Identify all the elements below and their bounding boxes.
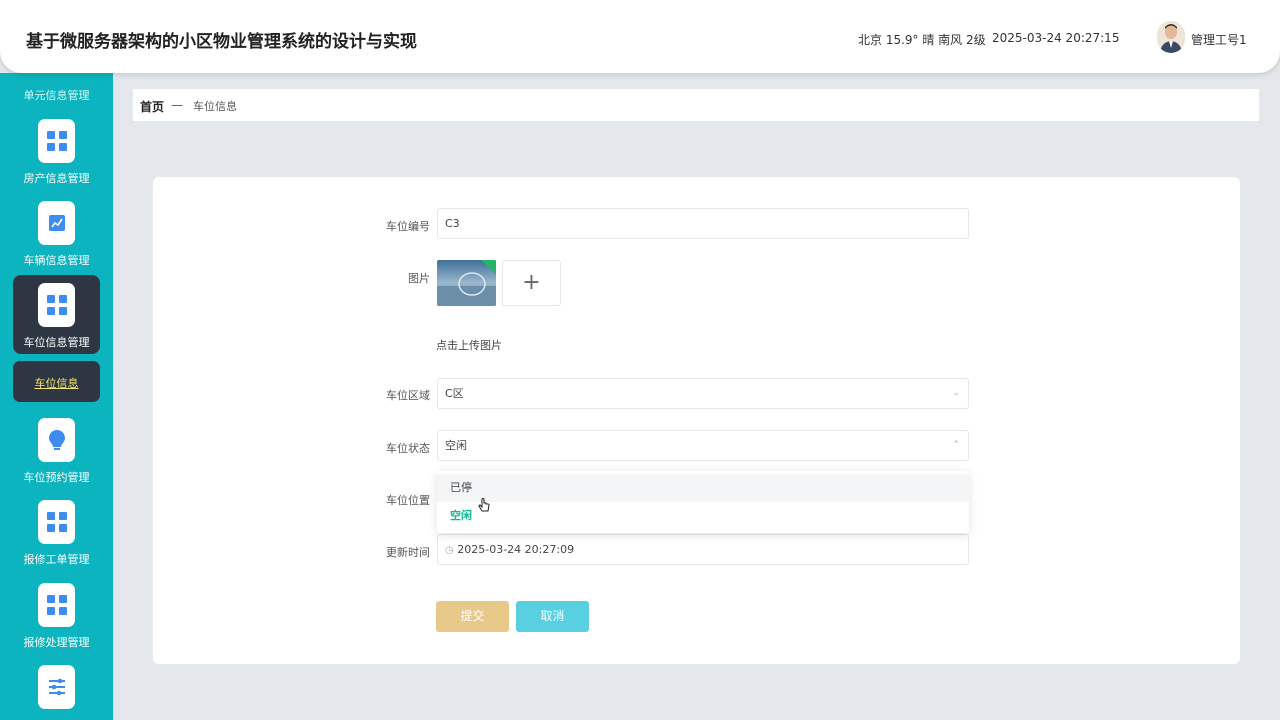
breadcrumb-home[interactable]: 首页 [140,98,164,115]
sidebar-item-label: 报修处理管理 [23,636,90,649]
form-card: 车位编号 C3 图片 + 点击上传图片 车位区域 C区 ⌄ 车位状态 空闲 ⌃ … [153,177,1240,664]
sidebar-item-label: 房产信息管理 [23,172,90,185]
submit-button[interactable]: 提交 [436,601,509,632]
grid-icon [38,283,75,327]
sidebar-item-partial[interactable]: 单元信息管理 [0,87,113,103]
breadcrumb-current: 车位信息 [193,100,237,113]
upload-hint: 点击上传图片 [436,339,502,352]
status-option-parked[interactable]: 已停 [437,474,969,502]
grid-icon [38,500,75,544]
chevron-down-icon: ⌄ [952,388,960,398]
clock-icon: ◷ [445,545,454,556]
area-value: C区 [445,387,464,400]
sidebar-item-settings[interactable] [0,665,113,720]
current-datetime: 2025-03-24 20:27:15 [992,31,1120,45]
image-label: 图片 [408,272,430,285]
status-label: 车位状态 [386,442,430,455]
sidebar-subitem-label: 车位信息 [34,377,79,390]
sidebar-item-label: 车位信息管理 [23,336,90,349]
sidebar-item-label: 报修工单管理 [23,553,90,566]
hand-cursor-icon [478,498,490,518]
update-time-value: 2025-03-24 20:27:09 [457,543,575,556]
plus-icon: + [522,270,541,295]
area-label: 车位区域 [386,389,430,402]
sidebar-item-parking[interactable]: 车位信息管理 [13,275,100,354]
cancel-button[interactable]: 取消 [516,601,589,632]
breadcrumb-separator: — [171,98,183,112]
uploaded-image[interactable] [437,260,496,306]
status-value: 空闲 [445,439,467,452]
avatar[interactable] [1157,21,1185,53]
area-select[interactable]: C区 ⌄ [437,378,969,409]
breadcrumb: 首页 — 车位信息 [133,89,1259,121]
chart-icon [38,201,75,245]
sidebar-item-property[interactable]: 房产信息管理 [0,119,113,199]
sidebar-item-repair-handle[interactable]: 报修处理管理 [0,583,113,663]
top-header: 基于微服务器架构的小区物业管理系统的设计与实现 北京 15.9° 晴 南风 2级… [0,0,1280,73]
sidebar-item-label: 车位预约管理 [23,471,90,484]
status-option-free[interactable]: 空闲 [437,502,969,530]
update-label: 更新时间 [386,546,430,559]
upload-button[interactable]: + [502,260,561,306]
app-title: 基于微服务器架构的小区物业管理系统的设计与实现 [26,32,417,52]
grid-icon [38,583,75,627]
sidebar-item-vehicle[interactable]: 车辆信息管理 [0,201,113,281]
code-input[interactable]: C3 [437,208,969,239]
bulb-icon [38,418,75,462]
sidebar-item-reservation[interactable]: 车位预约管理 [0,418,113,498]
grid-icon [38,119,75,163]
code-label: 车位编号 [386,220,430,233]
sidebar-item-repair-order[interactable]: 报修工单管理 [0,500,113,580]
sliders-icon [38,665,75,709]
sidebar-subitem-parking-info[interactable]: 车位信息 [13,361,100,402]
weather-info: 北京 15.9° 晴 南风 2级 [858,33,986,47]
status-select[interactable]: 空闲 ⌃ [437,430,969,461]
username[interactable]: 管理工号1 [1191,31,1247,48]
update-time-input[interactable]: ◷ 2025-03-24 20:27:09 [437,534,969,565]
sidebar-item-label: 车辆信息管理 [23,254,90,267]
status-dropdown: 已停 空闲 [437,471,969,533]
position-label: 车位位置 [386,494,430,507]
sidebar: 单元信息管理 房产信息管理 车辆信息管理 车位信息管理 车位信息 车位预约管理 … [0,73,113,720]
chevron-up-icon: ⌃ [952,440,960,450]
